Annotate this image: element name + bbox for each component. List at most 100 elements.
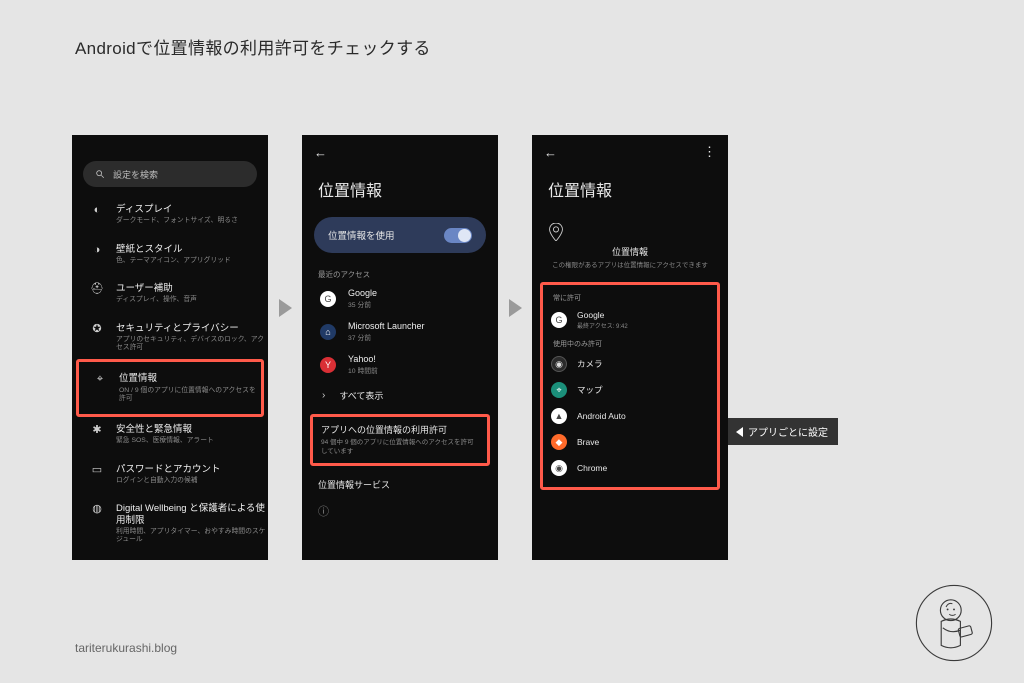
phone-app-permission: ← ⋮ 位置情報 位置情報 この権限があるアプリは位置情報にアクセスできます 常… (532, 135, 728, 560)
center-label: 位置情報 (548, 245, 712, 258)
settings-sub: ディスプレイ、操作、音声 (116, 296, 197, 304)
app-name: Google (577, 310, 628, 320)
settings-label: パスワードとアカウント (116, 464, 221, 475)
app-row-google[interactable]: G Google最終アクセス: 9:42 (549, 305, 711, 335)
app-name: カメラ (577, 358, 603, 370)
search-icon (95, 169, 105, 179)
app-row-maps[interactable]: ⌖ マップ (549, 377, 711, 403)
show-all-label: すべて表示 (339, 389, 383, 402)
more-icon[interactable]: ⋮ (703, 144, 716, 160)
settings-row-display[interactable]: ◐ ディスプレイダークモード、フォントサイズ、明るさ (72, 195, 268, 235)
settings-sub: ON / 9 個のアプリに位置情報へのアクセスを許可 (119, 387, 261, 403)
yahoo-icon: Y (320, 357, 336, 373)
android-auto-icon: ▲ (551, 408, 567, 424)
location-pin-icon (548, 223, 712, 241)
cat-inuse: 使用中のみ許可 (549, 335, 711, 351)
google-icon: G (551, 312, 567, 328)
phone-location: ← 位置情報 位置情報を使用 最近のアクセス G Google35 分前 ⌂ M… (302, 135, 498, 560)
site-label: tariterukurashi.blog (75, 641, 177, 655)
app-sub: 10 時間前 (348, 365, 378, 375)
settings-label: Digital Wellbeing と保護者による使用制限 (116, 503, 268, 526)
app-sub: 37 分前 (348, 332, 425, 342)
display-icon: ◐ (90, 204, 104, 216)
settings-row-google[interactable]: G Google (72, 553, 268, 560)
show-all-button[interactable]: › すべて表示 (302, 381, 498, 410)
settings-label: 安全性と緊急情報 (116, 424, 214, 435)
flow-arrow (498, 135, 532, 560)
settings-sub: ダークモード、フォントサイズ、明るさ (116, 217, 238, 225)
settings-label: ディスプレイ (116, 204, 238, 215)
annotation-arrow-icon (736, 427, 743, 437)
search-input[interactable]: 設定を検索 (83, 161, 257, 187)
ms-launcher-icon: ⌂ (320, 324, 336, 340)
settings-row-wellbeing[interactable]: ◍ Digital Wellbeing と保護者による使用制限利用時間、アプリタ… (72, 494, 268, 553)
app-name: Microsoft Launcher (348, 321, 425, 331)
app-name: Yahoo! (348, 354, 378, 364)
search-placeholder: 設定を検索 (113, 168, 158, 181)
chevron-right-icon: › (322, 390, 325, 401)
back-icon[interactable]: ← (314, 145, 327, 160)
location-services-row[interactable]: 位置情報サービス (302, 470, 498, 499)
settings-label: セキュリティとプライバシー (116, 323, 268, 334)
screen-title: 位置情報 (302, 169, 498, 217)
settings-sub: ログインと自動入力の候補 (116, 477, 221, 485)
key-icon: ▭ (90, 464, 104, 476)
switch-on-icon[interactable] (444, 228, 472, 243)
app-row-camera[interactable]: ◉ カメラ (549, 351, 711, 377)
app-name: マップ (577, 384, 603, 396)
settings-label: 位置情報 (119, 373, 261, 384)
settings-sub: アプリのセキュリティ、デバイスのロック、アクセス許可 (116, 336, 268, 352)
google-icon: G (320, 291, 336, 307)
back-icon[interactable]: ← (544, 145, 557, 160)
annotation-text: アプリごとに設定 (748, 424, 828, 439)
center-desc: この権限があるアプリは位置情報にアクセスできます (548, 261, 712, 270)
accessibility-icon: ⛑ (90, 283, 104, 295)
palette-icon: ◑ (90, 244, 104, 256)
chrome-icon: ◉ (551, 460, 567, 476)
highlight-permission-list: 常に許可 G Google最終アクセス: 9:42 使用中のみ許可 ◉ カメラ … (540, 282, 720, 490)
info-icon: ⓘ (302, 499, 498, 523)
brave-icon: ◆ (551, 434, 567, 450)
settings-row-accessibility[interactable]: ⛑ ユーザー補助ディスプレイ、操作、音声 (72, 274, 268, 314)
app-row-brave[interactable]: ◆ Brave (549, 429, 711, 455)
recent-app-launcher[interactable]: ⌂ Microsoft Launcher37 分前 (302, 315, 498, 348)
settings-row-wallpaper[interactable]: ◑ 壁紙とスタイル色、テーマアイコン、アプリグリッド (72, 235, 268, 275)
app-name: Android Auto (577, 411, 626, 421)
settings-sub: 利用時間、アプリタイマー、おやすみ時間のスケジュール (116, 528, 268, 544)
page-title: Androidで位置情報の利用許可をチェックする (75, 34, 431, 59)
phone-settings: 設定を検索 ◐ ディスプレイダークモード、フォントサイズ、明るさ ◑ 壁紙とスタ… (72, 135, 268, 560)
app-sub: 35 分前 (348, 299, 377, 309)
location-toggle-card[interactable]: 位置情報を使用 (314, 217, 486, 253)
app-sub: 最終アクセス: 9:42 (577, 321, 628, 330)
wellbeing-icon: ◍ (90, 503, 104, 515)
toggle-label: 位置情報を使用 (328, 228, 395, 242)
highlight-location-row: ⌖ 位置情報 ON / 9 個のアプリに位置情報へのアクセスを許可 (76, 359, 264, 417)
settings-label: ユーザー補助 (116, 283, 197, 294)
app-name: Brave (577, 437, 599, 447)
settings-row-passwords[interactable]: ▭ パスワードとアカウントログインと自動入力の候補 (72, 455, 268, 495)
app-row-android-auto[interactable]: ▲ Android Auto (549, 403, 711, 429)
section-recent: 最近のアクセス (302, 263, 498, 282)
screen-title: 位置情報 (532, 169, 728, 217)
perm-title: アプリへの位置情報の利用許可 (321, 423, 479, 436)
app-name: Chrome (577, 463, 607, 473)
settings-row-location[interactable]: ⌖ 位置情報 ON / 9 個のアプリに位置情報へのアクセスを許可 (79, 364, 261, 412)
perm-sub: 94 個中 9 個のアプリに位置情報へのアクセスを許可しています (321, 439, 479, 457)
app-row-chrome[interactable]: ◉ Chrome (549, 455, 711, 481)
emergency-icon: ✱ (90, 424, 104, 436)
recent-app-google[interactable]: G Google35 分前 (302, 282, 498, 315)
app-name: Google (348, 288, 377, 298)
camera-icon: ◉ (551, 356, 567, 372)
flow-arrow (268, 135, 302, 560)
maps-icon: ⌖ (551, 382, 567, 398)
cat-always: 常に許可 (549, 289, 711, 305)
location-icon: ⌖ (93, 373, 107, 385)
recent-app-yahoo[interactable]: Y Yahoo!10 時間前 (302, 348, 498, 381)
settings-sub: 緊急 SOS、医療情報、アラート (116, 437, 214, 445)
annotation-label: アプリごとに設定 (728, 418, 838, 445)
shield-icon: ✪ (90, 323, 104, 335)
highlight-app-permission[interactable]: アプリへの位置情報の利用許可 94 個中 9 個のアプリに位置情報へのアクセスを… (310, 414, 490, 466)
mascot-icon (914, 583, 994, 663)
settings-row-safety[interactable]: ✱ 安全性と緊急情報緊急 SOS、医療情報、アラート (72, 415, 268, 455)
settings-row-security[interactable]: ✪ セキュリティとプライバシーアプリのセキュリティ、デバイスのロック、アクセス許… (72, 314, 268, 362)
